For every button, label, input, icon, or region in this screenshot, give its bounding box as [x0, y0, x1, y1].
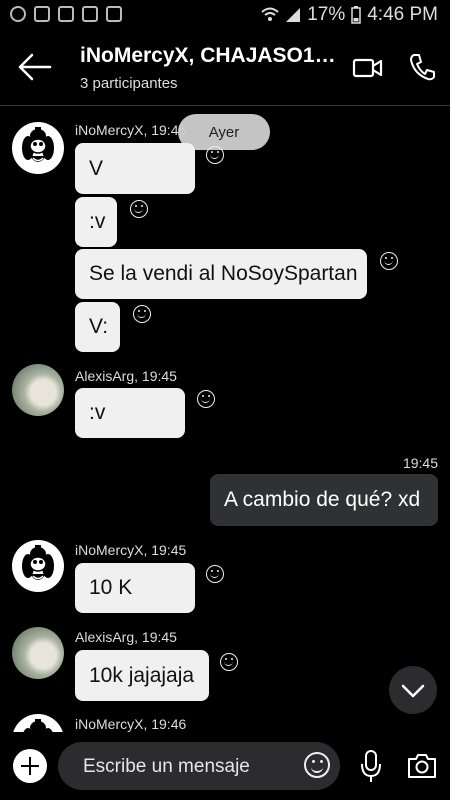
message-bubble[interactable]: V:	[75, 302, 120, 352]
gallery-icon	[34, 6, 50, 22]
sender-label: AlexisArg, 19:45	[75, 629, 177, 645]
reaction-smiley-icon[interactable]	[206, 565, 224, 583]
my-message-bubble[interactable]: A cambio de qué? xd	[210, 474, 438, 526]
notification-icons	[10, 6, 122, 22]
phone-call-icon[interactable]	[408, 52, 436, 82]
emoji-icon[interactable]	[304, 752, 330, 778]
sender-label: AlexisArg, 19:45	[75, 368, 177, 384]
clock: 4:46 PM	[367, 4, 438, 25]
chevron-down-icon	[401, 684, 425, 698]
battery-percent: 17%	[307, 4, 346, 25]
video-call-icon[interactable]	[352, 56, 384, 80]
reaction-smiley-icon[interactable]	[380, 252, 398, 270]
sender-label: iNoMercyX, 19:45	[75, 122, 187, 138]
message-bubble[interactable]: :v	[75, 197, 117, 247]
avatar-alexisarg[interactable]	[12, 627, 64, 679]
conversation-title[interactable]: iNoMercyX, CHAJASO1…	[80, 44, 340, 68]
gamepad-icon	[58, 6, 74, 22]
reaction-smiley-icon[interactable]	[220, 653, 238, 671]
back-arrow-icon[interactable]	[18, 52, 52, 82]
avatar-inomercyx[interactable]	[12, 540, 64, 592]
reaction-smiley-icon[interactable]	[133, 305, 151, 323]
status-bar: 17% 4:46 PM	[0, 0, 450, 30]
message-bubble[interactable]: V	[75, 143, 195, 194]
cartoon-dog-avatar	[23, 719, 53, 732]
wifi-icon	[261, 7, 279, 21]
message-bubble[interactable]: Se la vendi al NoSoySpartan	[75, 249, 367, 299]
status-right: 17% 4:46 PM	[261, 4, 438, 26]
avatar-inomercyx[interactable]	[12, 122, 64, 174]
microphone-icon[interactable]	[360, 750, 382, 784]
chat-header: iNoMercyX, CHAJASO1… 3 participantes	[0, 30, 450, 106]
message-time: 19:45	[402, 455, 438, 471]
message-input[interactable]: Escribe un mensaje	[58, 742, 340, 790]
cartoon-dog-avatar	[22, 127, 54, 162]
sender-label: iNoMercyX, 19:45	[75, 542, 187, 558]
camera-icon[interactable]	[406, 752, 438, 780]
scroll-to-bottom-button[interactable]	[389, 666, 437, 714]
gamepad-icon	[82, 6, 98, 22]
avatar-inomercyx[interactable]	[12, 714, 64, 732]
reaction-smiley-icon[interactable]	[206, 146, 224, 164]
message-input-placeholder: Escribe un mensaje	[83, 756, 250, 777]
clipboard-icon	[106, 6, 122, 22]
message-bubble[interactable]: 10 K	[75, 563, 195, 613]
avatar-alexisarg[interactable]	[12, 364, 64, 416]
cartoon-dog-avatar	[22, 545, 54, 580]
sender-label: iNoMercyX, 19:46	[75, 716, 187, 732]
reaction-smiley-icon[interactable]	[130, 200, 148, 218]
message-composer: Escribe un mensaje	[0, 732, 450, 800]
message-bubble[interactable]: 10k jajajaja	[75, 650, 209, 701]
whatsapp-icon	[10, 6, 26, 22]
signal-icon	[286, 8, 301, 22]
add-attachment-button[interactable]	[13, 749, 47, 783]
message-bubble[interactable]: :v	[75, 388, 185, 438]
participants-count[interactable]: 3 participantes	[80, 75, 178, 92]
message-list[interactable]: iNoMercyX, 19:45 Ayer V :v Se la vendi a…	[0, 106, 450, 732]
battery-icon	[351, 6, 361, 24]
reaction-smiley-icon[interactable]	[197, 390, 215, 408]
